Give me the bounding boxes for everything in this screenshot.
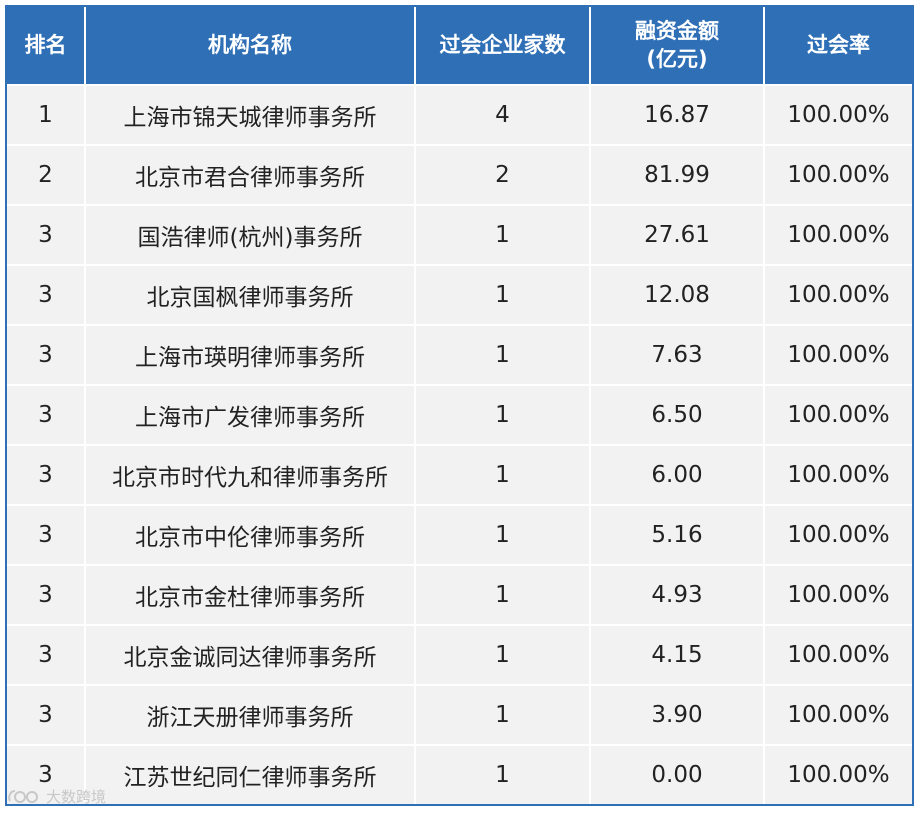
financing-amount-cell: 0.00	[590, 744, 765, 804]
institution-name-cell: 北京金诚同达律师事务所	[85, 624, 416, 685]
approval-rate-cell: 100.00%	[764, 684, 912, 745]
table-row: 1 上海市锦天城律师事务所 4 16.87 100.00%	[7, 84, 912, 145]
institution-name-cell: 北京市君合律师事务所	[85, 144, 416, 205]
financing-amount-cell: 5.16	[590, 504, 765, 565]
rank-cell: 1	[7, 84, 86, 145]
approved-count-cell: 1	[415, 444, 591, 505]
law-firm-ranking-table: 排名 机构名称 过会企业家数 融资金额 (亿元) 过会率 1 上海市锦天城律师事务所…	[7, 7, 912, 804]
financing-amount-cell: 12.08	[590, 264, 765, 325]
table-row: 3 北京市金杜律师事务所 1 4.93 100.00%	[7, 564, 912, 625]
table-row: 3 浙江天册律师事务所 1 3.90 100.00%	[7, 684, 912, 745]
approved-count-cell: 1	[415, 624, 591, 685]
institution-name-cell: 上海市瑛明律师事务所	[85, 324, 416, 385]
table-row: 3 北京市时代九和律师事务所 1 6.00 100.00%	[7, 444, 912, 505]
rank-cell: 3	[7, 384, 86, 445]
rank-cell: 3	[7, 444, 86, 505]
approved-count-cell: 1	[415, 384, 591, 445]
financing-amount-cell: 3.90	[590, 684, 765, 745]
approval-rate-cell: 100.00%	[764, 504, 912, 565]
table-row: 3 上海市广发律师事务所 1 6.50 100.00%	[7, 384, 912, 445]
financing-amount-cell: 7.63	[590, 324, 765, 385]
approved-count-cell: 1	[415, 504, 591, 565]
approval-rate-cell: 100.00%	[764, 144, 912, 205]
approved-count-cell: 4	[415, 84, 591, 145]
institution-name-cell: 江苏世纪同仁律师事务所	[85, 744, 416, 804]
rank-cell: 3	[7, 564, 86, 625]
header-institution-name: 机构名称	[85, 7, 416, 85]
table-header: 排名 机构名称 过会企业家数 融资金额 (亿元) 过会率	[7, 7, 912, 85]
financing-amount-cell: 4.15	[590, 624, 765, 685]
financing-amount-cell: 6.50	[590, 384, 765, 445]
institution-name-cell: 国浩律师(杭州)事务所	[85, 204, 416, 265]
approval-rate-cell: 100.00%	[764, 744, 912, 804]
rank-cell: 3	[7, 504, 86, 565]
header-approval-rate: 过会率	[764, 7, 912, 85]
financing-amount-cell: 4.93	[590, 564, 765, 625]
institution-name-cell: 浙江天册律师事务所	[85, 684, 416, 745]
rank-cell: 3	[7, 324, 86, 385]
financing-amount-cell: 16.87	[590, 84, 765, 145]
table-row: 3 江苏世纪同仁律师事务所 1 0.00 100.00%	[7, 744, 912, 804]
institution-name-cell: 上海市广发律师事务所	[85, 384, 416, 445]
approved-count-cell: 1	[415, 204, 591, 265]
approved-count-cell: 1	[415, 264, 591, 325]
approval-rate-cell: 100.00%	[764, 84, 912, 145]
financing-amount-cell: 27.61	[590, 204, 765, 265]
table-row: 3 北京金诚同达律师事务所 1 4.15 100.00%	[7, 624, 912, 685]
approval-rate-cell: 100.00%	[764, 564, 912, 625]
header-financing-amount: 融资金额 (亿元)	[590, 7, 765, 85]
approved-count-cell: 1	[415, 324, 591, 385]
rank-cell: 3	[7, 684, 86, 745]
rank-cell: 3	[7, 624, 86, 685]
approved-count-cell: 1	[415, 684, 591, 745]
approval-rate-cell: 100.00%	[764, 264, 912, 325]
rank-cell: 2	[7, 144, 86, 205]
approval-rate-cell: 100.00%	[764, 624, 912, 685]
approval-rate-cell: 100.00%	[764, 324, 912, 385]
institution-name-cell: 北京市时代九和律师事务所	[85, 444, 416, 505]
institution-name-cell: 上海市锦天城律师事务所	[85, 84, 416, 145]
table-row: 3 北京市中伦律师事务所 1 5.16 100.00%	[7, 504, 912, 565]
rank-cell: 3	[7, 264, 86, 325]
table-row: 3 北京国枫律师事务所 1 12.08 100.00%	[7, 264, 912, 325]
header-rank: 排名	[7, 7, 86, 85]
approval-rate-cell: 100.00%	[764, 384, 912, 445]
approved-count-cell: 1	[415, 564, 591, 625]
table-body: 1 上海市锦天城律师事务所 4 16.87 100.00% 2 北京市君合律师事务所 2 81.…	[7, 84, 912, 804]
financing-amount-cell: 6.00	[590, 444, 765, 505]
table-row: 3 国浩律师(杭州)事务所 1 27.61 100.00%	[7, 204, 912, 265]
table-row: 2 北京市君合律师事务所 2 81.99 100.00%	[7, 144, 912, 205]
table-row: 3 上海市瑛明律师事务所 1 7.63 100.00%	[7, 324, 912, 385]
rank-cell: 3	[7, 204, 86, 265]
ranking-table-container: 排名 机构名称 过会企业家数 融资金额 (亿元) 过会率 1 上海市锦天城律师事务所…	[5, 5, 914, 806]
approved-count-cell: 2	[415, 144, 591, 205]
institution-name-cell: 北京国枫律师事务所	[85, 264, 416, 325]
institution-name-cell: 北京市中伦律师事务所	[85, 504, 416, 565]
approval-rate-cell: 100.00%	[764, 204, 912, 265]
institution-name-cell: 北京市金杜律师事务所	[85, 564, 416, 625]
approval-rate-cell: 100.00%	[764, 444, 912, 505]
header-row: 排名 机构名称 过会企业家数 融资金额 (亿元) 过会率	[7, 7, 912, 85]
financing-amount-cell: 81.99	[590, 144, 765, 205]
rank-cell: 3	[7, 744, 86, 804]
approved-count-cell: 1	[415, 744, 591, 804]
header-approved-company-count: 过会企业家数	[415, 7, 591, 85]
